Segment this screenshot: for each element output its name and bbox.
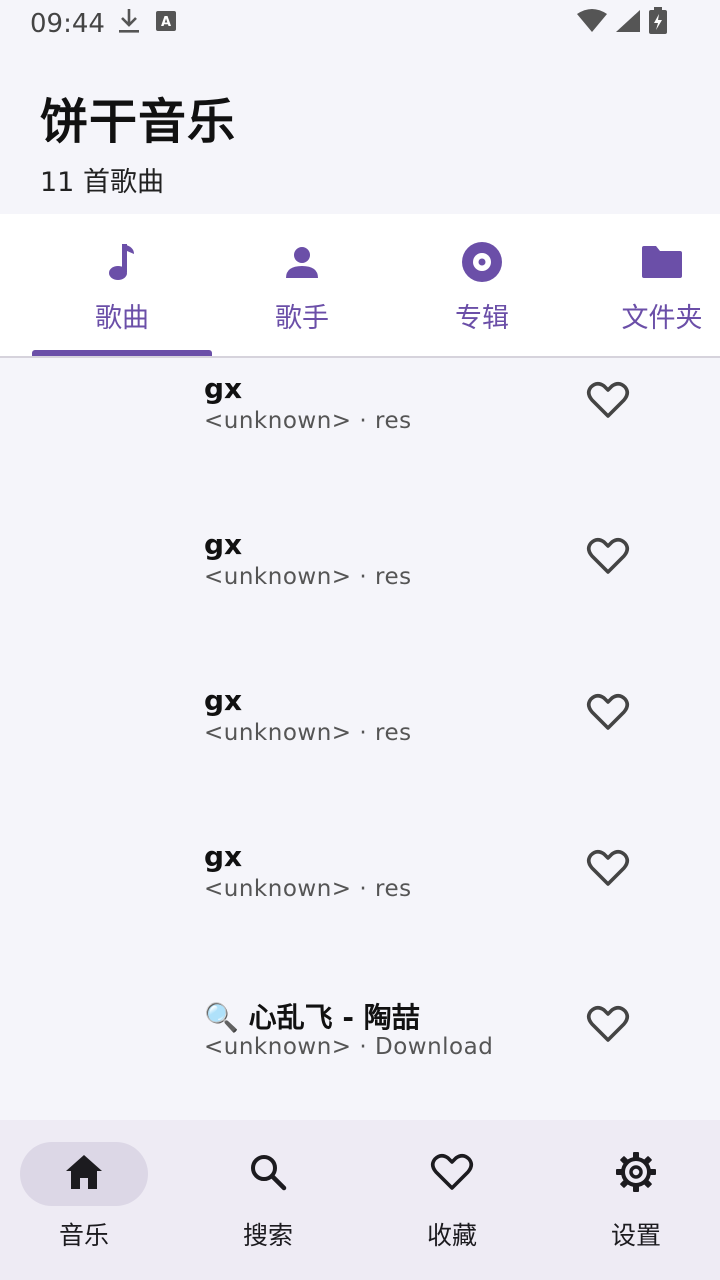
song-subtitle: <unknown> · res	[204, 564, 412, 590]
heart-outline-icon	[430, 1152, 474, 1196]
nav-settings-icon-wrap	[572, 1142, 700, 1206]
music-note-icon	[100, 240, 144, 284]
nav-favorites-label: 收藏	[426, 1221, 477, 1250]
nav-settings-label: 设置	[610, 1221, 661, 1250]
tab-songs[interactable]: 歌曲	[32, 214, 212, 356]
status-bar: 09:44 A	[0, 0, 720, 48]
nav-search-icon-wrap	[204, 1142, 332, 1206]
nav-favorites-icon-wrap	[388, 1142, 516, 1206]
tab-albums[interactable]: 专辑	[392, 214, 572, 356]
song-row[interactable]: gx <unknown> · res	[0, 358, 720, 514]
album-disc-icon	[460, 240, 504, 284]
song-subtitle: <unknown> · res	[204, 876, 412, 902]
font-a-icon: A	[155, 9, 177, 39]
nav-search-label: 搜索	[242, 1221, 293, 1250]
tab-folders-label: 文件夹	[621, 303, 703, 334]
tab-songs-label: 歌曲	[95, 303, 149, 334]
folder-icon	[640, 240, 684, 284]
wifi-icon	[576, 8, 608, 41]
favorite-button[interactable]	[582, 844, 634, 896]
signal-icon	[614, 8, 642, 41]
nav-music-label: 音乐	[58, 1221, 109, 1250]
heart-outline-icon	[586, 692, 630, 736]
download-icon	[117, 7, 141, 42]
song-title: gx	[204, 840, 243, 873]
library-tabs: 歌曲 歌手 专辑 文件夹	[0, 214, 720, 358]
person-icon	[280, 240, 324, 284]
heart-outline-icon	[586, 848, 630, 892]
song-row[interactable]: gx <unknown> · res	[0, 514, 720, 670]
nav-search[interactable]: 搜索	[184, 1120, 364, 1280]
song-row[interactable]: gx <unknown> · res	[0, 826, 720, 982]
app-title: 饼干音乐	[40, 94, 237, 150]
tab-artists[interactable]: 歌手	[212, 214, 392, 356]
nav-favorites[interactable]: 收藏	[368, 1120, 548, 1280]
heart-outline-icon	[586, 1004, 630, 1048]
song-title: 🔍 心乱飞 - 陶喆	[204, 1001, 420, 1034]
heart-outline-icon	[586, 536, 630, 580]
song-subtitle: <unknown> · Download	[204, 1034, 494, 1060]
song-subtitle: <unknown> · res	[204, 408, 412, 434]
favorite-button[interactable]	[582, 688, 634, 740]
song-count: 11 首歌曲	[40, 167, 164, 198]
status-right-icons	[576, 6, 668, 42]
home-icon	[64, 1153, 104, 1195]
song-row[interactable]: gx <unknown> · res	[0, 670, 720, 826]
favorite-button[interactable]	[582, 532, 634, 584]
favorite-button[interactable]	[582, 376, 634, 428]
status-time: 09:44	[30, 9, 105, 39]
nav-active-indicator	[20, 1142, 148, 1206]
tab-folders[interactable]: 文件夹	[572, 214, 720, 356]
song-subtitle: <unknown> · res	[204, 720, 412, 746]
app-header: 饼干音乐 11 首歌曲	[40, 82, 236, 199]
nav-music[interactable]: 音乐	[0, 1120, 180, 1280]
gear-icon	[615, 1151, 657, 1197]
tab-artists-label: 歌手	[275, 303, 329, 334]
song-title: gx	[204, 528, 243, 561]
search-icon	[248, 1152, 288, 1196]
song-title: gx	[204, 372, 243, 405]
song-list[interactable]: gx <unknown> · res gx <unknown> · res gx…	[0, 358, 720, 1120]
status-left-icons: A	[117, 7, 177, 42]
tab-albums-label: 专辑	[455, 303, 509, 334]
song-title: gx	[204, 684, 243, 717]
bottom-navigation: 音乐 搜索 收藏 设置	[0, 1120, 720, 1280]
favorite-button[interactable]	[582, 1000, 634, 1052]
battery-charging-icon	[648, 6, 668, 42]
tab-indicator	[32, 350, 212, 356]
song-row-download[interactable]: 🔍 心乱飞 - 陶喆 <unknown> · Download	[0, 982, 720, 1120]
svg-text:A: A	[161, 15, 171, 30]
heart-outline-icon	[586, 380, 630, 424]
nav-settings[interactable]: 设置	[552, 1120, 720, 1280]
